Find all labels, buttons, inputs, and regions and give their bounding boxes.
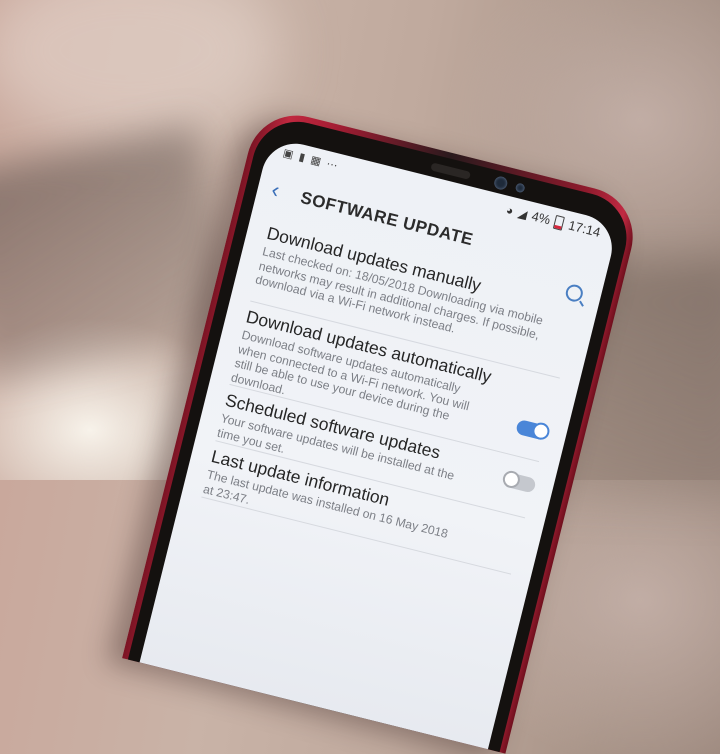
clipboard-icon: ▮ bbox=[297, 151, 307, 165]
battery-percent: 4% bbox=[530, 208, 553, 228]
facebook-icon: ▣ bbox=[281, 147, 295, 162]
gallery-icon: ▦ bbox=[309, 154, 323, 169]
status-time: 17:14 bbox=[566, 217, 603, 240]
battery-icon bbox=[553, 214, 566, 231]
more-icon: ⋯ bbox=[325, 158, 339, 173]
front-camera-icon bbox=[492, 175, 509, 191]
notification-icons: ▣ ▮ ▦ ⋯ bbox=[282, 146, 339, 172]
signal-icon: ◢ bbox=[516, 205, 529, 222]
back-arrow-icon[interactable]: ‹ bbox=[269, 177, 282, 204]
background-highlight bbox=[0, 0, 280, 140]
proximity-sensor-icon bbox=[514, 182, 526, 194]
wifi-icon: ◕ bbox=[504, 202, 516, 218]
